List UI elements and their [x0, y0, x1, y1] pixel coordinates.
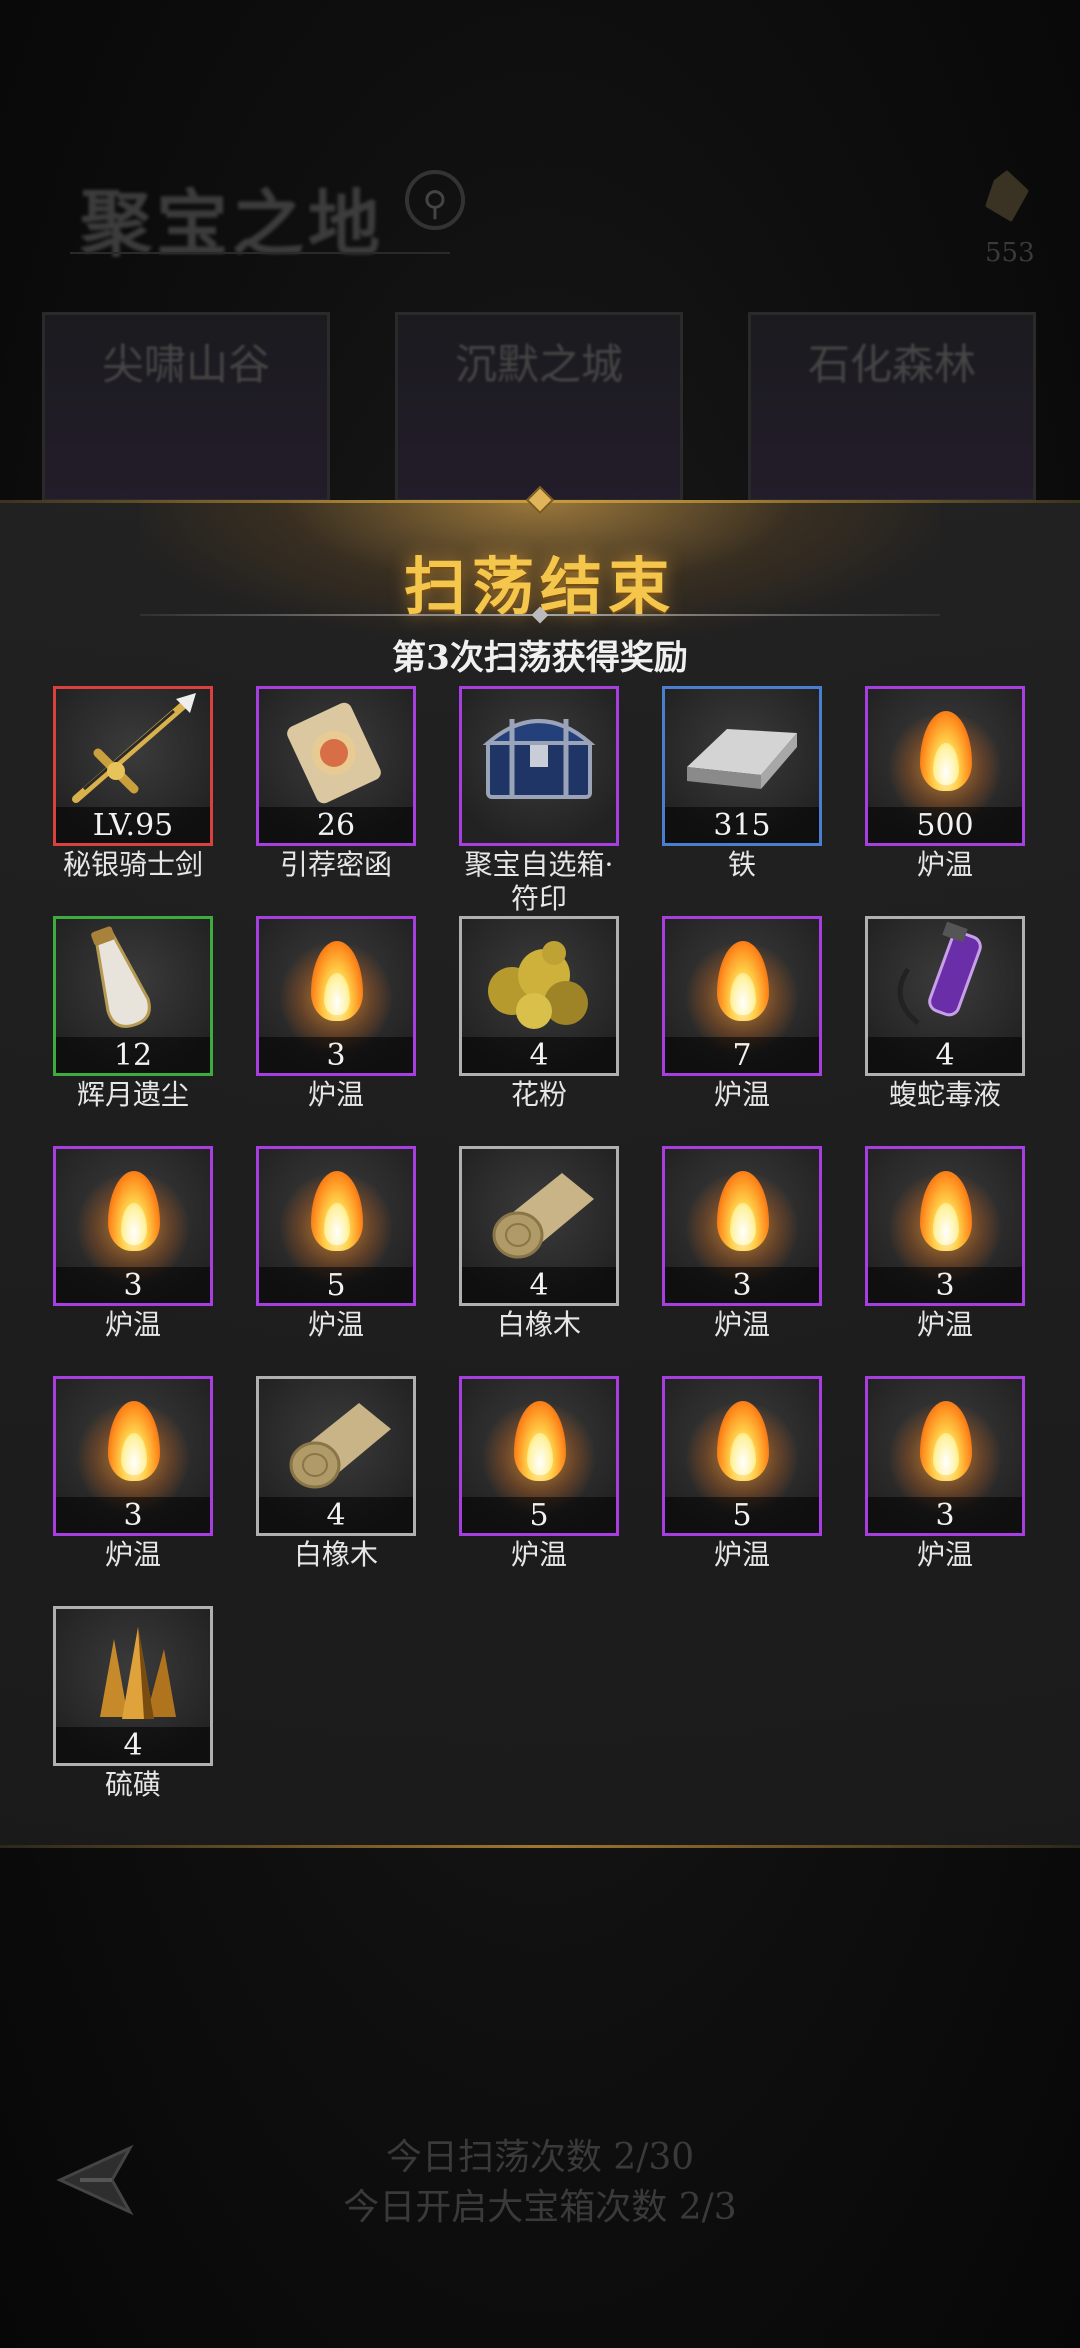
reward-tile[interactable]: 4: [256, 1376, 416, 1536]
reward-subtitle: 第3次扫荡获得奖励: [392, 638, 688, 678]
reward-tile[interactable]: 3: [662, 1146, 822, 1306]
reward-tile[interactable]: 5: [256, 1146, 416, 1306]
reward-quantity: LV.95: [56, 807, 210, 843]
reward-name: 白橡木: [496, 1308, 581, 1341]
reward-item[interactable]: 7 炉温: [662, 916, 822, 1112]
map-card-label: 尖啸山谷: [101, 340, 270, 389]
map-card-3[interactable]: 石化森林: [748, 312, 1036, 502]
reward-quantity: 7: [665, 1037, 819, 1073]
reward-item[interactable]: 4 花粉: [459, 916, 619, 1112]
reward-tile[interactable]: 5: [459, 1376, 619, 1536]
reward-tile[interactable]: 3: [53, 1146, 213, 1306]
reward-name: 炉温: [104, 1538, 161, 1571]
reward-name: 炉温: [510, 1538, 567, 1571]
reward-name: 炉温: [916, 1538, 973, 1571]
reward-quantity: 315: [665, 807, 819, 843]
sweep-result-modal: 扫荡结束 第3次扫荡获得奖励 LV.95 秘银骑士剑 26 引荐密函 聚宝自选箱·符印 3…: [0, 485, 1080, 1848]
reward-quantity: 3: [868, 1497, 1022, 1533]
reward-tile[interactable]: 3: [865, 1146, 1025, 1306]
reward-quantity: 4: [462, 1267, 616, 1303]
reward-quantity: 26: [259, 807, 413, 843]
reward-item[interactable]: 3 炉温: [865, 1376, 1025, 1572]
reward-name: 聚宝自选箱·符印: [464, 848, 614, 915]
reward-name: 炉温: [713, 1078, 770, 1111]
reward-item[interactable]: 聚宝自选箱·符印: [459, 686, 619, 916]
reward-name: 炉温: [713, 1308, 770, 1341]
reward-tile[interactable]: 3: [865, 1376, 1025, 1536]
reward-item[interactable]: 4 白橡木: [459, 1146, 619, 1342]
reward-quantity: 500: [868, 807, 1022, 843]
reward-quantity: 3: [259, 1037, 413, 1073]
reward-name: 蝮蛇毒液: [888, 1078, 1001, 1111]
modal-bottom-border: [0, 1845, 1080, 1848]
reward-tile[interactable]: 500: [865, 686, 1025, 846]
currency-value: 553: [985, 238, 1035, 268]
reward-name: 炉温: [916, 1308, 973, 1341]
reward-item[interactable]: 4 蝮蛇毒液: [865, 916, 1025, 1112]
reward-quantity: 5: [259, 1267, 413, 1303]
reward-item[interactable]: 3 炉温: [865, 1146, 1025, 1342]
reward-quantity: 4: [462, 1037, 616, 1073]
reward-name: 硫磺: [104, 1768, 161, 1801]
sweep-count-text: 今日扫荡次数 2/30: [385, 2137, 695, 2178]
reward-quantity: 12: [56, 1037, 210, 1073]
reward-quantity: 4: [56, 1727, 210, 1763]
reward-name: 炉温: [916, 848, 973, 881]
reward-tile[interactable]: [459, 686, 619, 846]
reward-quantity: 3: [665, 1267, 819, 1303]
reward-tile[interactable]: 4: [459, 916, 619, 1076]
reward-name: 炉温: [307, 1078, 364, 1111]
reward-tile[interactable]: 7: [662, 916, 822, 1076]
reward-tile[interactable]: 4: [53, 1606, 213, 1766]
reward-name: 辉月遗尘: [76, 1078, 189, 1111]
reward-name: 白橡木: [293, 1538, 378, 1571]
reward-name: 炉温: [307, 1308, 364, 1341]
page-title: 聚宝之地: [80, 181, 385, 266]
reward-quantity: 5: [462, 1497, 616, 1533]
reward-item[interactable]: 3 炉温: [53, 1376, 213, 1572]
reward-quantity: 4: [259, 1497, 413, 1533]
map-card-1[interactable]: 尖啸山谷: [42, 312, 330, 502]
reward-tile[interactable]: 3: [256, 916, 416, 1076]
reward-item[interactable]: 26 引荐密函: [256, 686, 416, 882]
reward-item[interactable]: 12 辉月遗尘: [53, 916, 213, 1112]
reward-tile[interactable]: 4: [459, 1146, 619, 1306]
reward-quantity: 3: [56, 1267, 210, 1303]
search-icon[interactable]: ⚲: [405, 170, 465, 230]
reward-quantity: 3: [868, 1267, 1022, 1303]
reward-tile[interactable]: 5: [662, 1376, 822, 1536]
reward-name: 铁: [727, 848, 756, 881]
reward-item[interactable]: 3 炉温: [53, 1146, 213, 1342]
reward-quantity: 4: [868, 1037, 1022, 1073]
reward-tile[interactable]: 3: [53, 1376, 213, 1536]
reward-name: 引荐密函: [279, 848, 392, 881]
chest-count-text: 今日开启大宝箱次数 2/3: [343, 2187, 737, 2228]
reward-tile[interactable]: 26: [256, 686, 416, 846]
map-card-label: 沉默之城: [454, 340, 623, 389]
reward-item[interactable]: 5 炉温: [662, 1376, 822, 1572]
reward-item[interactable]: 3 炉温: [662, 1146, 822, 1342]
map-card-label: 石化森林: [807, 340, 976, 389]
reward-tile[interactable]: 12: [53, 916, 213, 1076]
reward-name: 花粉: [510, 1078, 567, 1111]
reward-name: 炉温: [104, 1308, 161, 1341]
title-underline: [70, 252, 450, 254]
reward-item[interactable]: 5 炉温: [459, 1376, 619, 1572]
reward-name: 炉温: [713, 1538, 770, 1571]
reward-quantity: 5: [665, 1497, 819, 1533]
reward-item[interactable]: 5 炉温: [256, 1146, 416, 1342]
reward-item[interactable]: 3 炉温: [256, 916, 416, 1112]
reward-tile[interactable]: 315: [662, 686, 822, 846]
reward-item[interactable]: 500 炉温: [865, 686, 1025, 882]
reward-name: 秘银骑士剑: [62, 848, 203, 881]
reward-quantity: 3: [56, 1497, 210, 1533]
reward-tile[interactable]: 4: [865, 916, 1025, 1076]
reward-item[interactable]: 315 铁: [662, 686, 822, 882]
reward-tile[interactable]: LV.95: [53, 686, 213, 846]
reward-item[interactable]: 4 硫磺: [53, 1606, 213, 1802]
map-card-2[interactable]: 沉默之城: [395, 312, 683, 502]
reward-item[interactable]: 4 白橡木: [256, 1376, 416, 1572]
reward-item[interactable]: LV.95 秘银骑士剑: [53, 686, 213, 882]
